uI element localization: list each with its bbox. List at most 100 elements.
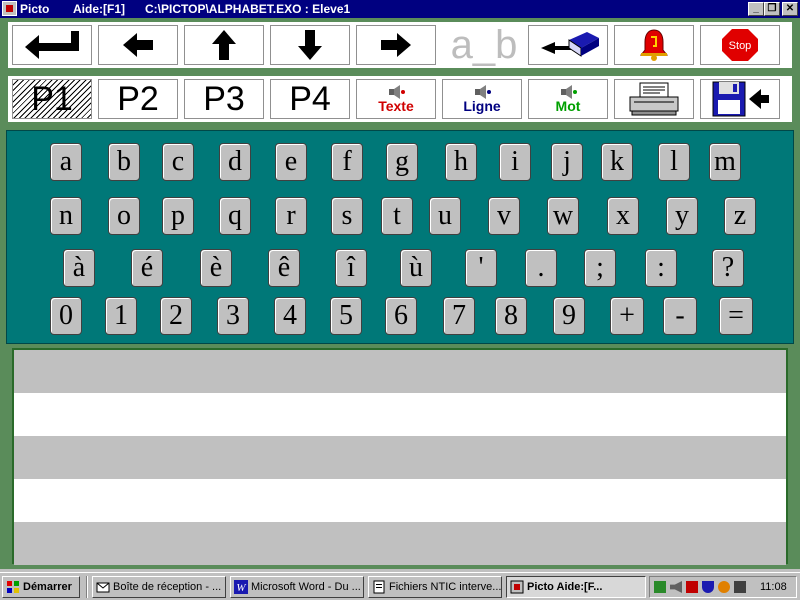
key-3-0[interactable]: 0 [50, 297, 82, 335]
key-0-7[interactable]: h [445, 143, 477, 181]
ati-icon[interactable] [686, 581, 698, 593]
key-0-4[interactable]: e [275, 143, 307, 181]
page-4-button[interactable]: P4 [270, 79, 350, 119]
right-arrow-button[interactable] [356, 25, 436, 65]
up-arrow-button[interactable] [184, 25, 264, 65]
text-line[interactable] [14, 436, 786, 479]
app-icon[interactable] [2, 1, 17, 16]
enter-button[interactable] [12, 25, 92, 65]
read-text-button[interactable]: Texte [356, 79, 436, 119]
key-1-10[interactable]: x [607, 197, 639, 235]
read-word-button[interactable]: Mot [528, 79, 608, 119]
key-0-10[interactable]: k [601, 143, 633, 181]
text-line[interactable] [14, 522, 786, 565]
key-3-7[interactable]: 7 [443, 297, 475, 335]
minimize-button[interactable]: _ [748, 2, 764, 16]
key-3-9[interactable]: 9 [553, 297, 585, 335]
close-button[interactable]: ✕ [782, 2, 798, 16]
key-0-9[interactable]: j [551, 143, 583, 181]
key-2-1[interactable]: é [131, 249, 163, 287]
key-2-5[interactable]: ù [400, 249, 432, 287]
key-2-0[interactable]: à [63, 249, 95, 287]
key-3-2[interactable]: 2 [160, 297, 192, 335]
stop-label: Stop [729, 40, 752, 52]
key-1-0[interactable]: n [50, 197, 82, 235]
down-arrow-button[interactable] [270, 25, 350, 65]
key-1-7[interactable]: u [429, 197, 461, 235]
save-button[interactable] [700, 79, 780, 119]
key-0-5[interactable]: f [331, 143, 363, 181]
key-1-9[interactable]: w [547, 197, 579, 235]
antivirus-shield-icon[interactable] [702, 581, 714, 593]
key-2-2[interactable]: è [200, 249, 232, 287]
read-line-label: Ligne [463, 98, 501, 114]
key-0-2[interactable]: c [162, 143, 194, 181]
key-2-10[interactable]: ? [712, 249, 744, 287]
read-line-button[interactable]: Ligne [442, 79, 522, 119]
navigation-toolbar: a_b Stop [8, 22, 792, 68]
page-1-button[interactable]: P1 [12, 79, 92, 119]
page-3-button[interactable]: P3 [184, 79, 264, 119]
space-button[interactable]: a_b [440, 25, 528, 65]
key-1-4[interactable]: r [275, 197, 307, 235]
clock[interactable]: 11:08 [760, 581, 787, 593]
key-1-1[interactable]: o [108, 197, 140, 235]
key-3-1[interactable]: 1 [105, 297, 137, 335]
task-word[interactable]: W Microsoft Word - Du ... [230, 576, 364, 598]
key-3-3[interactable]: 3 [217, 297, 249, 335]
stop-button[interactable]: Stop [700, 25, 780, 65]
key-3-12[interactable]: = [719, 297, 753, 335]
print-button[interactable] [614, 79, 694, 119]
page-2-button[interactable]: P2 [98, 79, 178, 119]
text-line[interactable] [14, 479, 786, 522]
camera-icon[interactable] [734, 581, 746, 593]
task-word-label: Microsoft Word - Du ... [251, 581, 361, 593]
key-3-11[interactable]: - [663, 297, 697, 335]
key-1-12[interactable]: z [724, 197, 756, 235]
volume-icon[interactable] [670, 581, 682, 593]
settings-icon[interactable] [718, 581, 730, 593]
stop-icon: Stop [722, 29, 758, 61]
key-3-6[interactable]: 6 [385, 297, 417, 335]
key-0-6[interactable]: g [386, 143, 418, 181]
key-1-3[interactable]: q [219, 197, 251, 235]
key-1-2[interactable]: p [162, 197, 194, 235]
key-1-6[interactable]: t [381, 197, 413, 235]
key-3-5[interactable]: 5 [330, 297, 362, 335]
bell-button[interactable] [614, 25, 694, 65]
start-button[interactable]: Démarrer [2, 576, 80, 598]
key-0-8[interactable]: i [499, 143, 531, 181]
key-0-11[interactable]: l [658, 143, 690, 181]
key-2-8[interactable]: ; [584, 249, 616, 287]
page-3-label: P3 [203, 79, 245, 118]
key-3-4[interactable]: 4 [274, 297, 306, 335]
key-2-3[interactable]: ê [268, 249, 300, 287]
task-picto[interactable]: Picto Aide:[F... [506, 576, 646, 598]
key-0-0[interactable]: a [50, 143, 82, 181]
task-inbox[interactable]: Boîte de réception - ... [92, 576, 226, 598]
task-folder[interactable]: Fichiers NTIC interve... [368, 576, 502, 598]
enter-icon [25, 31, 79, 59]
writing-area[interactable] [12, 348, 788, 565]
key-3-8[interactable]: 8 [495, 297, 527, 335]
key-1-11[interactable]: y [666, 197, 698, 235]
text-line[interactable] [14, 350, 786, 393]
key-2-4[interactable]: î [335, 249, 367, 287]
key-0-3[interactable]: d [219, 143, 251, 181]
key-0-12[interactable]: m [709, 143, 741, 181]
key-2-6[interactable]: ' [465, 249, 497, 287]
word-icon: W [234, 580, 248, 594]
page-2-label: P2 [117, 79, 159, 118]
text-line[interactable] [14, 393, 786, 436]
network-icon[interactable] [654, 581, 666, 593]
read-word-label: Mot [555, 98, 581, 114]
key-3-10[interactable]: + [610, 297, 644, 335]
key-1-5[interactable]: s [331, 197, 363, 235]
erase-button[interactable] [528, 25, 608, 65]
key-1-8[interactable]: v [488, 197, 520, 235]
key-2-9[interactable]: : [645, 249, 677, 287]
key-2-7[interactable]: . [525, 249, 557, 287]
restore-button[interactable]: ❐ [764, 2, 780, 16]
key-0-1[interactable]: b [108, 143, 140, 181]
left-arrow-button[interactable] [98, 25, 178, 65]
